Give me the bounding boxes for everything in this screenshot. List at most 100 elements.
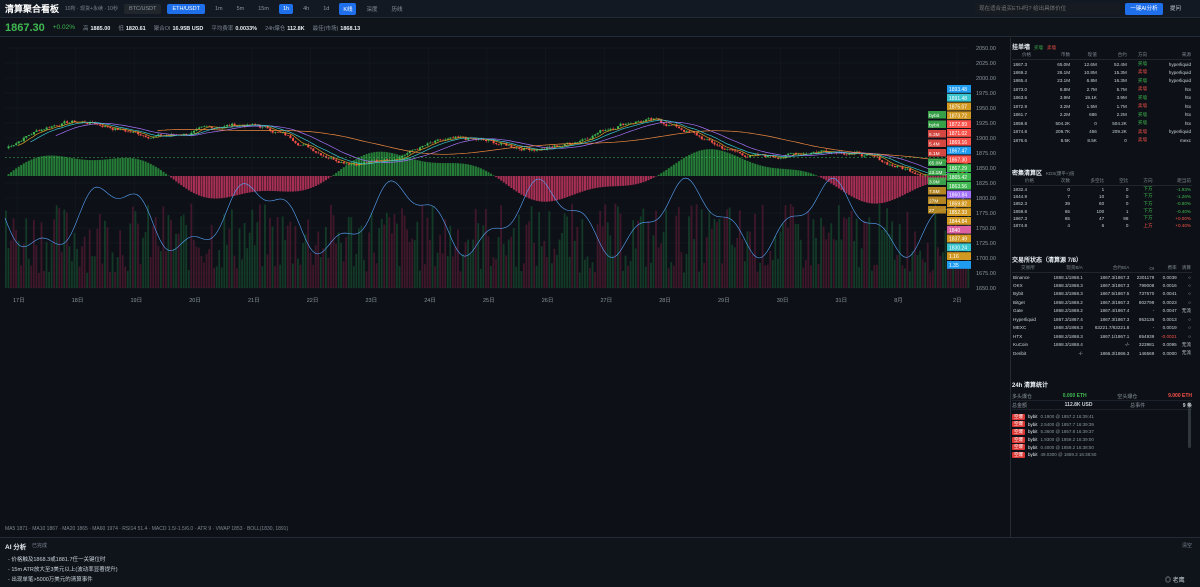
volume-bar <box>581 219 584 288</box>
col-header: 合约 <box>1097 51 1128 60</box>
volume-bar <box>406 229 409 288</box>
col-header: 费率 <box>1155 264 1178 273</box>
view-depth[interactable]: 深度 <box>362 3 381 15</box>
macd-bar <box>172 176 175 180</box>
volume-bar <box>817 263 820 288</box>
tf-1m[interactable]: 1m <box>211 4 227 14</box>
table-cell: htx <box>1184 103 1191 109</box>
volume-bar <box>352 266 355 288</box>
volume-bar <box>850 210 853 288</box>
candle-body <box>294 140 297 144</box>
table-row: 1859.8 65 100 1 下方 -0.40% <box>1012 207 1192 214</box>
macd-bar <box>566 176 569 198</box>
table-cell: 39 <box>1064 201 1070 207</box>
table-cell: 卖墙 <box>1137 128 1148 134</box>
macd-bar <box>342 167 345 176</box>
table-row: 1873.0 8.8M 2.7M 5.7M 卖墙 htx <box>1012 85 1192 94</box>
view-kline[interactable]: K线 <box>339 2 357 15</box>
volume-bar <box>723 217 726 288</box>
macd-bar <box>286 176 289 192</box>
macd-bar <box>779 168 782 176</box>
volume-bar <box>700 209 703 288</box>
y-tick-label: 1925.00 <box>976 121 996 127</box>
volume-bar <box>121 255 124 288</box>
volume-bar <box>284 240 287 288</box>
candle-body <box>843 153 846 155</box>
tf-1d[interactable]: 1d <box>319 4 333 14</box>
candle-body <box>106 126 109 128</box>
candle-body <box>517 148 521 149</box>
macd-bar <box>416 160 419 176</box>
volume-bar <box>693 239 695 288</box>
table-cell: -1.26% <box>1176 193 1191 199</box>
candle-body <box>721 146 724 149</box>
candle-body <box>543 148 546 150</box>
candle-body <box>484 139 487 141</box>
macd-bar <box>596 176 599 188</box>
volume-bar <box>398 266 401 288</box>
macd-bar <box>71 158 74 176</box>
macd-bar <box>256 176 259 192</box>
scrollbar[interactable] <box>1188 408 1191 448</box>
macd-bar <box>25 161 28 176</box>
short-liq-label: 空头爆仓 <box>1117 393 1138 400</box>
kline-chart[interactable]: 2050.00 2025.00 2000.00 1975.00 1950.00 1925.… <box>0 38 1005 308</box>
price-tag-label: 1830.24 <box>949 245 967 251</box>
ask-input[interactable] <box>975 3 1120 15</box>
table-cell: 1867.3 <box>1013 61 1028 67</box>
tf-5m[interactable]: 5m <box>233 4 249 14</box>
ai-analyze-button[interactable]: 一键AI分析 <box>1125 3 1163 15</box>
candle-body <box>271 131 274 133</box>
volume-bar <box>919 250 921 288</box>
symbol-btc[interactable]: BTC/USDT <box>123 3 162 14</box>
macd-bar <box>505 176 508 185</box>
view-history[interactable]: 历线 <box>388 3 407 15</box>
liq-event: 空爆 bybit 0.4000 @ 1859.2 16:38:50 <box>1012 443 1192 451</box>
macd-bar <box>385 152 388 176</box>
volume-bar <box>142 237 144 288</box>
volume-bar <box>45 241 48 288</box>
macd-bar <box>231 176 234 197</box>
table-cell: 0.0000 <box>1162 350 1177 356</box>
macd-bar <box>495 176 498 178</box>
volume-bar <box>238 228 241 288</box>
volume-bar <box>22 243 25 288</box>
candle-body <box>644 119 647 121</box>
candle-body <box>487 140 490 141</box>
macd-bar <box>916 176 919 189</box>
candle-body <box>909 168 912 172</box>
table-cell: 下方 <box>1143 208 1153 214</box>
table-cell: 1867.4/1867.4 <box>1099 308 1130 314</box>
macd-bar <box>10 172 13 176</box>
tf-15m[interactable]: 15m <box>254 4 273 14</box>
volume-bar <box>20 265 23 288</box>
ask-button[interactable]: 提问 <box>1170 3 1181 15</box>
volume-bar <box>416 221 419 288</box>
macd-bar <box>187 176 190 191</box>
macd-bar <box>584 176 587 191</box>
candle-body <box>860 154 863 157</box>
candle-body <box>25 135 28 138</box>
volume-bar <box>535 265 538 288</box>
volume-bar <box>309 252 312 288</box>
ai-clear-button[interactable]: 清空 <box>1182 542 1192 549</box>
volume-bar <box>327 257 330 288</box>
volume-bar <box>304 234 307 288</box>
volume-bar <box>444 219 447 288</box>
macd-bar <box>906 176 909 193</box>
candle-body <box>431 142 434 144</box>
volume-bar <box>459 271 462 288</box>
tf-4h[interactable]: 4h <box>299 4 313 14</box>
event-detail: 0.1900 @ 1857.2 16:39:41 <box>1040 414 1094 420</box>
volume-bar <box>571 203 574 288</box>
macd-bar <box>693 152 696 176</box>
total-value: 112.8K USD <box>1064 402 1093 408</box>
candle-body <box>710 140 714 143</box>
table-cell: 209.7K <box>1055 129 1071 135</box>
candle-body <box>733 150 736 152</box>
symbol-eth[interactable]: ETH/USDT <box>167 3 205 14</box>
tf-1h[interactable]: 1h <box>278 3 294 14</box>
candle-body <box>86 122 89 125</box>
candle-body <box>200 126 203 128</box>
volume-bar <box>538 211 541 288</box>
